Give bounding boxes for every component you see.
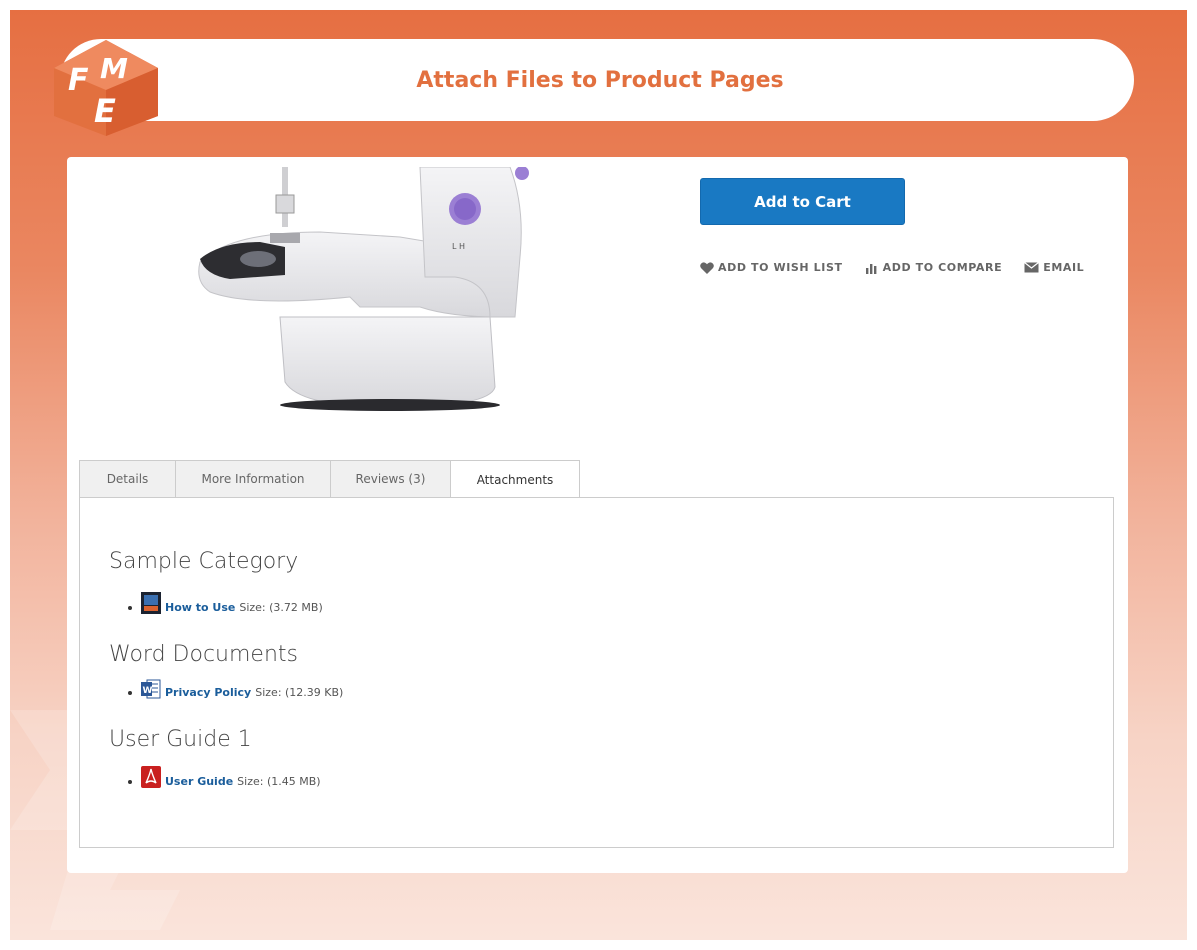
svg-text:L H: L H: [452, 242, 465, 251]
list-item: User Guide Size: (1.45 MB): [128, 766, 321, 788]
attachment-link-privacy-policy[interactable]: Privacy Policy: [165, 686, 251, 699]
svg-text:M: M: [100, 52, 128, 85]
bullet: [128, 780, 132, 784]
product-image: L H: [198, 167, 529, 411]
category-heading: Word Documents: [109, 642, 298, 667]
word-file-icon: W: [141, 679, 161, 699]
tab-reviews[interactable]: Reviews (3): [330, 460, 450, 498]
pdf-file-icon: [141, 766, 161, 788]
product-card: L H Add to Cart ADD TO WISH LIST ADD TO …: [67, 157, 1128, 873]
tab-attachments[interactable]: Attachments: [450, 460, 580, 498]
bullet: [128, 691, 132, 695]
svg-text:E: E: [94, 92, 116, 130]
envelope-icon: [1024, 262, 1040, 273]
compare-icon: [865, 263, 877, 274]
file-size: Size: (1.45 MB): [237, 775, 321, 788]
file-size: Size: (12.39 KB): [255, 686, 344, 699]
tab-more-information[interactable]: More Information: [175, 460, 330, 498]
attachment-link-user-guide[interactable]: User Guide: [165, 775, 233, 788]
email-label: EMAIL: [1043, 261, 1085, 274]
bullet: [128, 606, 132, 610]
page-title: Attach Files to Product Pages: [416, 67, 784, 93]
background-frame: F M E Attach Files to Product Pages L H …: [10, 10, 1187, 940]
add-to-compare-link[interactable]: ADD TO COMPARE: [865, 261, 1003, 274]
wishlist-label: ADD TO WISH LIST: [718, 261, 843, 274]
category-heading: Sample Category: [109, 549, 299, 574]
product-social-links: ADD TO WISH LIST ADD TO COMPARE EMAIL: [700, 261, 1106, 274]
video-file-icon: [141, 592, 161, 614]
attachments-panel: Sample Category How to Use Size: (3.72 M…: [79, 497, 1114, 848]
svg-text:W: W: [143, 686, 153, 696]
category-heading: User Guide 1: [109, 727, 252, 752]
file-size: Size: (3.72 MB): [239, 601, 323, 614]
attachment-link-how-to-use[interactable]: How to Use: [165, 601, 235, 614]
tab-details[interactable]: Details: [79, 460, 175, 498]
compare-label: ADD TO COMPARE: [882, 261, 1003, 274]
product-tabs: Details More Information Reviews (3) Att…: [79, 460, 580, 498]
heart-icon: [700, 261, 714, 274]
list-item: How to Use Size: (3.72 MB): [128, 592, 323, 614]
list-item: W Privacy Policy Size: (12.39 KB): [128, 679, 343, 699]
fme-logo-icon: F M E: [54, 40, 158, 136]
email-link[interactable]: EMAIL: [1024, 261, 1084, 274]
add-to-wishlist-link[interactable]: ADD TO WISH LIST: [700, 261, 843, 274]
svg-text:F: F: [68, 63, 89, 98]
add-to-cart-button[interactable]: Add to Cart: [700, 178, 905, 225]
